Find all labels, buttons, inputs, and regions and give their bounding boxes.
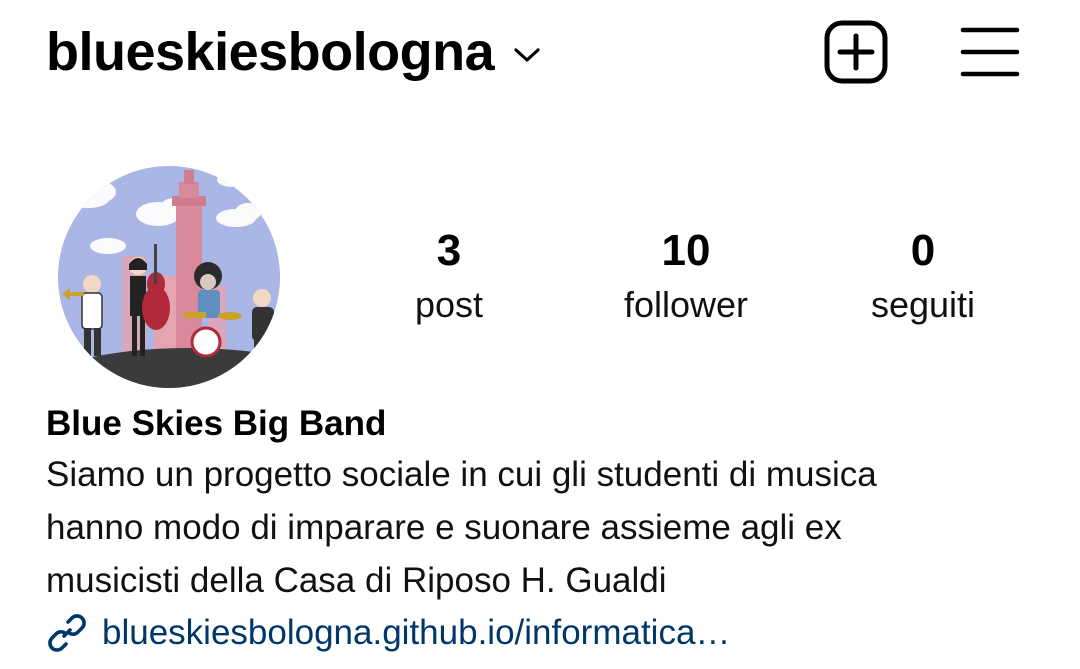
profile-avatar[interactable] <box>58 166 280 388</box>
website-link-text: blueskiesbologna.github.io/informatica… <box>102 613 731 652</box>
stat-following[interactable]: 0 seguiti <box>823 222 1023 330</box>
stat-posts[interactable]: 3 post <box>349 222 549 330</box>
link-icon <box>48 614 86 652</box>
bio-line: musicisti della Casa di Riposo H. Gualdi <box>46 561 667 600</box>
profile-website-link[interactable]: blueskiesbologna.github.io/informatica… <box>46 610 730 656</box>
profile-bio: Siamo un progetto sociale in cui gli stu… <box>46 448 1046 607</box>
create-post-button[interactable] <box>823 19 889 85</box>
username: blueskiesbologna <box>46 22 495 82</box>
posts-count: 3 <box>436 226 462 275</box>
band-illustration-avatar <box>58 166 280 388</box>
posts-label: post <box>414 284 484 325</box>
bio-line: Siamo un progetto sociale in cui gli stu… <box>46 455 877 494</box>
following-count: 0 <box>910 226 936 275</box>
bio-line: hanno modo di imparare e suonare assieme… <box>46 508 842 547</box>
menu-button[interactable] <box>960 24 1020 80</box>
stat-followers[interactable]: 10 follower <box>586 222 786 330</box>
plus-square-icon <box>824 20 888 84</box>
following-label: seguiti <box>870 284 976 325</box>
chevron-down-icon <box>514 48 540 62</box>
hamburger-menu-icon <box>960 27 1020 77</box>
followers-label: follower <box>623 284 749 325</box>
account-switcher[interactable]: blueskiesbologna <box>46 20 542 84</box>
profile-display-name: Blue Skies Big Band <box>46 404 387 443</box>
followers-count: 10 <box>661 226 711 275</box>
top-bar: blueskiesbologna <box>0 0 1080 110</box>
